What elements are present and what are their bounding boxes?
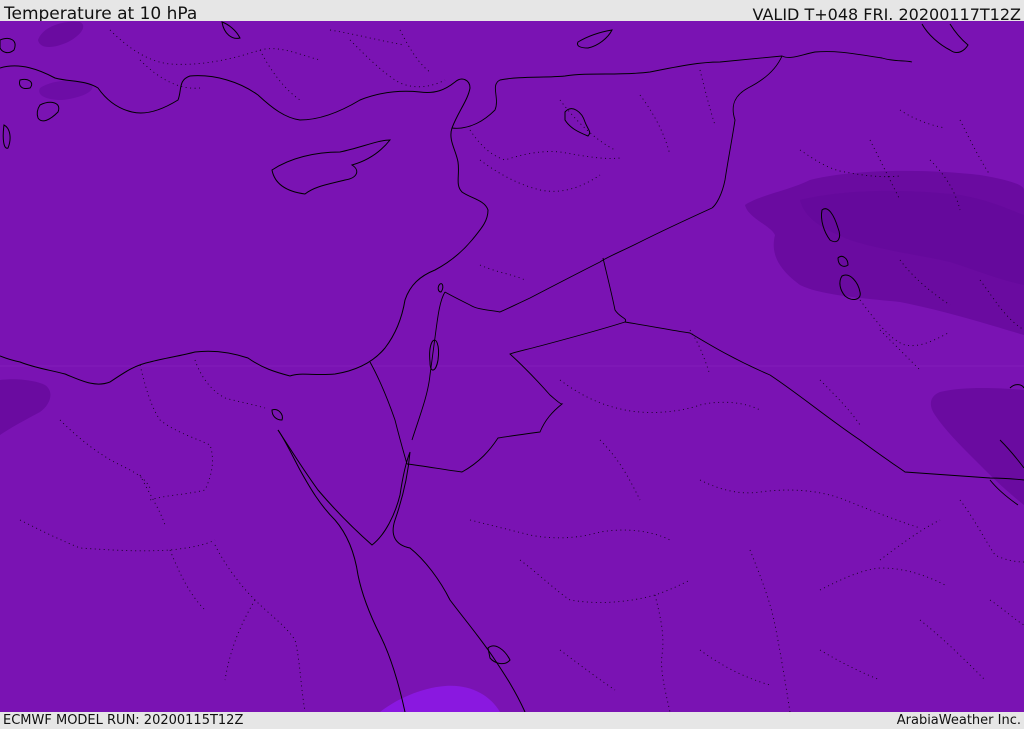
credit-label: ArabiaWeather Inc. [896,713,1021,728]
model-run-label: ECMWF MODEL RUN: 20200115T12Z [3,713,244,728]
footer-bar: ECMWF MODEL RUN: 20200115T12Z ArabiaWeat… [0,712,1024,729]
temperature-field [0,21,1024,712]
map-canvas [0,21,1024,712]
map-panel[interactable] [0,21,1024,712]
header-bar: Temperature at 10 hPa VALID T+048 FRI. 2… [0,0,1024,24]
